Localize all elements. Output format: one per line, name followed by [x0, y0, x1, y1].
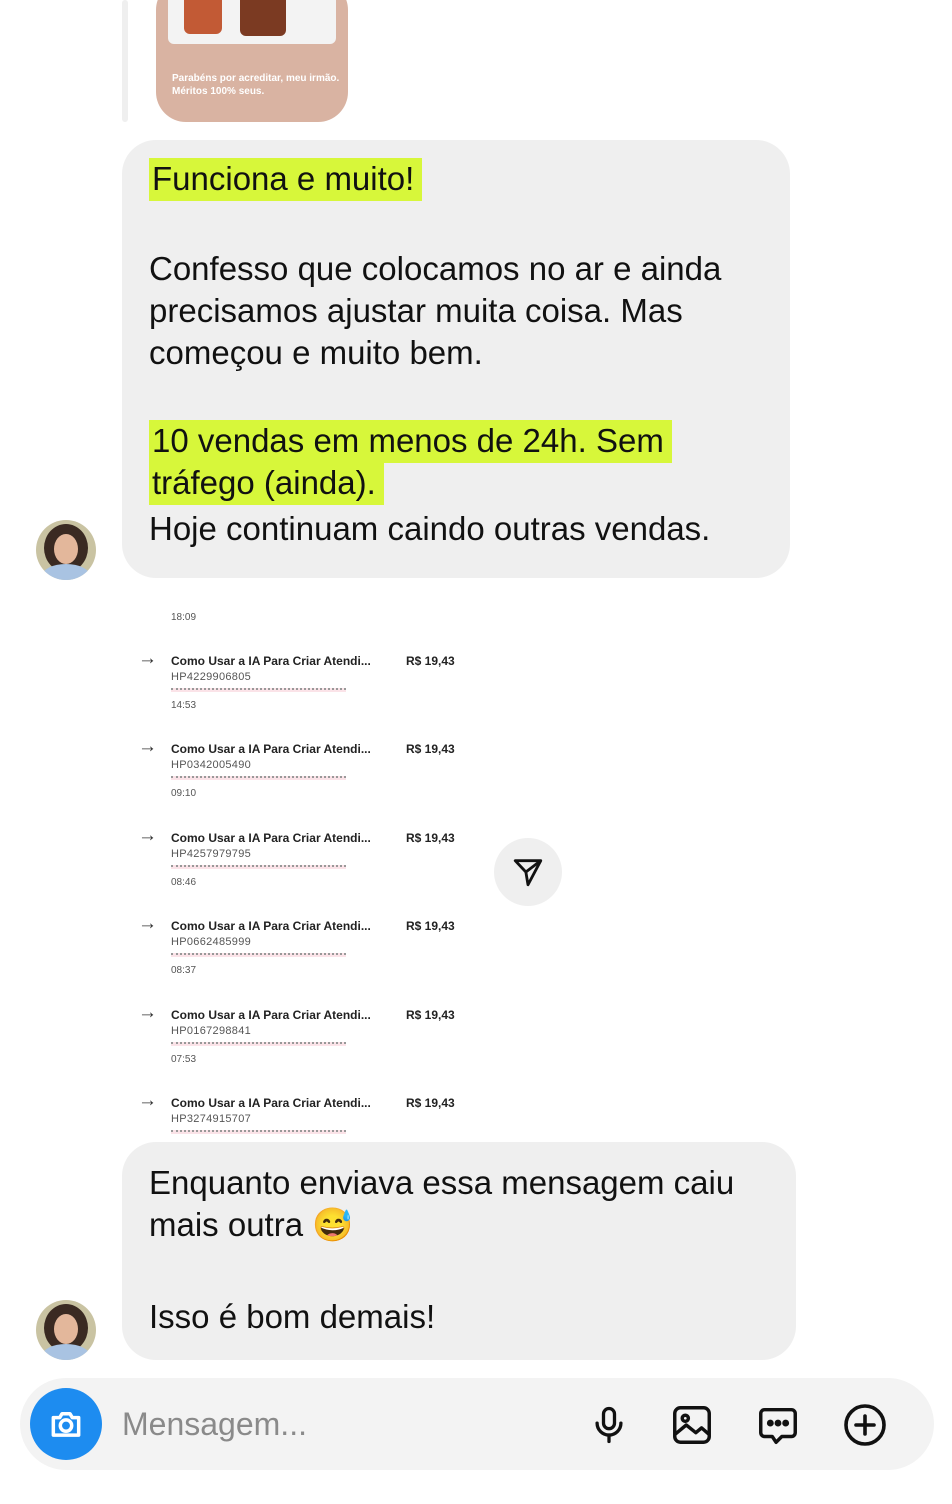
sticker-button[interactable]: [751, 1398, 805, 1452]
message-composer: [20, 1378, 934, 1470]
message-bubble[interactable]: Enquanto enviava essa mensagem caiu mais…: [122, 1142, 796, 1360]
sale-price: R$ 19,43: [406, 831, 455, 845]
arrow-right-icon: →: [138, 736, 157, 757]
message-line: Enquanto enviava essa mensagem caiu mais…: [149, 1164, 735, 1243]
sale-code: HP4257979795: [171, 848, 252, 860]
redacted-email: [171, 1042, 346, 1046]
sale-time: 18:09: [171, 612, 197, 623]
microphone-icon: [595, 1406, 623, 1444]
sale-product: Como Usar a IA Para Criar Atendi...: [171, 831, 371, 845]
sale-time: 07:53: [171, 1054, 197, 1065]
story-image-left: [184, 0, 222, 34]
sale-product: Como Usar a IA Para Criar Atendi...: [171, 654, 371, 668]
plus-icon: [844, 1404, 886, 1446]
sender-avatar[interactable]: [36, 1300, 96, 1360]
sale-code: HP3274915707: [171, 1113, 252, 1125]
sale-code: HP4229906805: [171, 671, 252, 683]
sale-time: 09:10: [171, 788, 197, 799]
message-bubble[interactable]: Funciona e muito! Confesso que colocamos…: [122, 140, 790, 578]
arrow-right-icon: →: [138, 648, 157, 669]
sale-code: HP0342005490: [171, 759, 252, 771]
add-button[interactable]: [838, 1398, 892, 1452]
sale-price: R$ 19,43: [406, 742, 455, 756]
sale-price: R$ 19,43: [406, 1096, 455, 1110]
story-caption: Parabéns por acreditar, meu irmão. Mérit…: [172, 73, 340, 97]
camera-button[interactable]: [30, 1388, 102, 1460]
redacted-email: [171, 776, 346, 780]
sale-product: Como Usar a IA Para Criar Atendi...: [171, 919, 371, 933]
message-paragraph: Confesso que colocamos no ar e ainda pre…: [149, 250, 722, 371]
highlighted-text: 10 vendas em menos de 24h. Sem tráfego (…: [149, 420, 672, 505]
sale-time: 08:46: [171, 877, 197, 888]
redacted-email: [171, 688, 346, 692]
sale-time: 14:53: [171, 700, 197, 711]
message-input[interactable]: [122, 1400, 562, 1448]
sale-product: Como Usar a IA Para Criar Atendi...: [171, 1008, 371, 1022]
sales-screenshot-image[interactable]: 18:09 → Como Usar a IA Para Criar Atendi…: [130, 600, 530, 1140]
redacted-email: [171, 953, 346, 957]
sale-product: Como Usar a IA Para Criar Atendi...: [171, 742, 371, 756]
sender-avatar[interactable]: [36, 520, 96, 580]
story-image-right: [240, 0, 286, 36]
arrow-right-icon: →: [138, 1002, 157, 1023]
voice-button[interactable]: [582, 1398, 636, 1452]
redacted-email: [171, 865, 346, 869]
arrow-right-icon: →: [138, 913, 157, 934]
sale-code: HP0662485999: [171, 936, 252, 948]
reply-indicator-bar: [122, 0, 128, 122]
sweat-smile-emoji: 😅: [312, 1206, 354, 1243]
redacted-email: [171, 1130, 346, 1134]
story-reply-thumbnail[interactable]: Parabéns por acreditar, meu irmão. Mérit…: [156, 0, 348, 122]
message-line: Isso é bom demais!: [149, 1298, 436, 1335]
story-screenshot: [168, 0, 336, 44]
highlighted-text: Funciona e muito!: [149, 158, 423, 201]
send-icon: [513, 859, 543, 887]
gallery-icon: [673, 1406, 711, 1444]
arrow-right-icon: →: [138, 825, 157, 846]
sale-time: 08:37: [171, 965, 197, 976]
sale-price: R$ 19,43: [406, 1008, 455, 1022]
sale-price: R$ 19,43: [406, 919, 455, 933]
sale-product: Como Usar a IA Para Criar Atendi...: [171, 1096, 371, 1110]
message-line: Hoje continuam caindo outras vendas.: [149, 510, 711, 547]
sale-row: → Como Usar a IA Para Criar Atendi... R$…: [136, 1090, 516, 1140]
arrow-right-icon: →: [138, 1090, 157, 1111]
sticker-icon: [759, 1407, 797, 1444]
share-button[interactable]: [494, 838, 562, 906]
camera-icon: [51, 1411, 81, 1437]
sale-price: R$ 19,43: [406, 654, 455, 668]
gallery-button[interactable]: [665, 1398, 719, 1452]
sale-code: HP0167298841: [171, 1025, 252, 1037]
